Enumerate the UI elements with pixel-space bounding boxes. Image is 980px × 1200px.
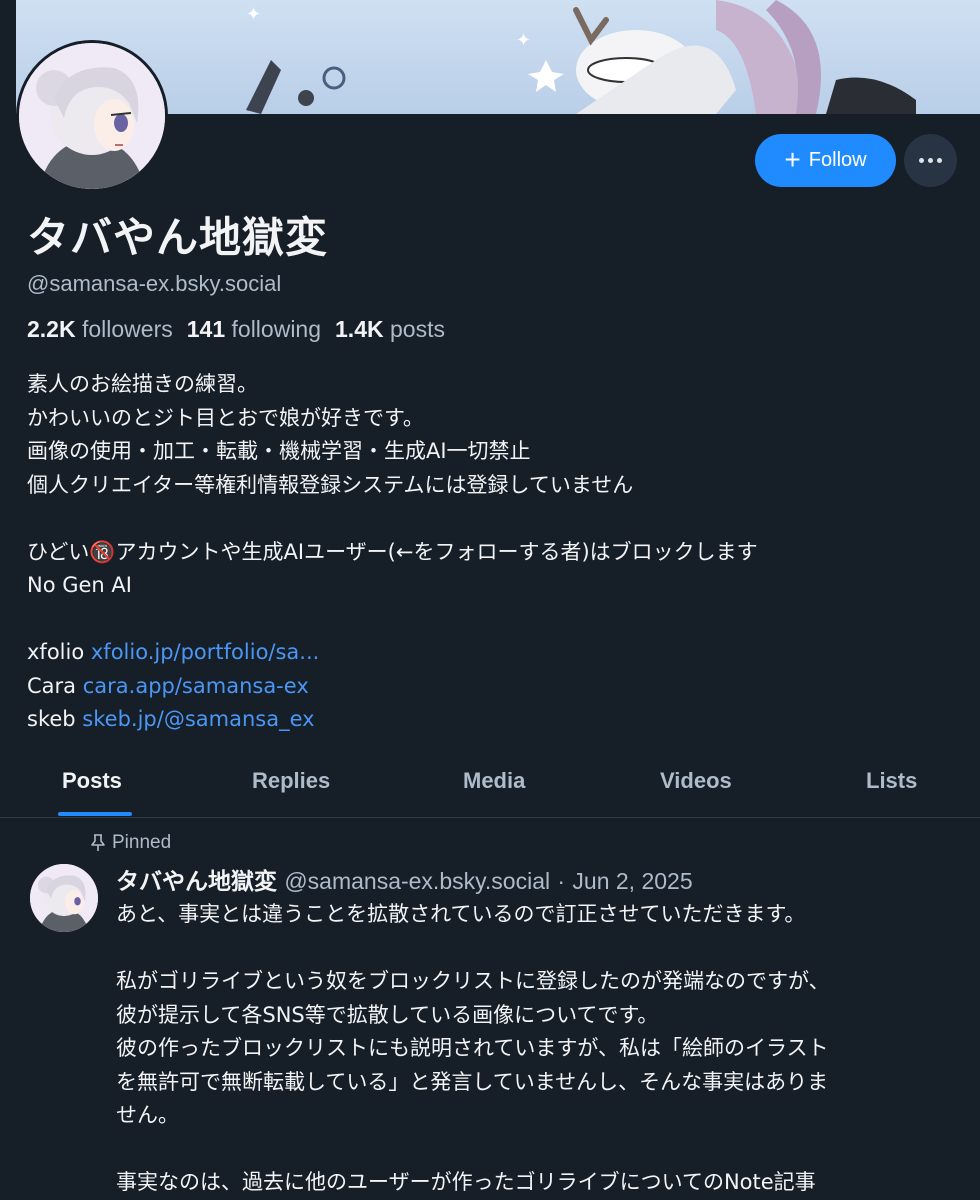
pin-icon [91, 834, 105, 851]
post-line: せん。 [116, 1103, 179, 1127]
avatar-illustration [30, 864, 98, 932]
active-tab-indicator [58, 812, 132, 816]
profile-tabs: Posts Replies Media Videos Lists [0, 744, 980, 818]
more-options-button[interactable] [904, 134, 957, 187]
bio-line: 素人のお絵描きの練習。 [27, 372, 258, 396]
follow-button[interactable]: + Follow [755, 134, 896, 187]
tab-posts[interactable]: Posts [62, 744, 122, 818]
bio-line: かわいいのとジト目とおで娘が好きです。 [27, 405, 424, 430]
bio-link-row: skeb skeb.jp/@samansa_ex [27, 707, 315, 731]
post-date[interactable]: Jun 2, 2025 [572, 868, 692, 894]
post-body[interactable]: あと、事実とは違うことを拡散されているので訂正させていただきます。 私がゴリライ… [116, 898, 966, 1200]
post-line: 彼の作ったブロックリストにも説明されていますが、私は「絵師のイラスト [116, 1036, 829, 1060]
post-line: 私がゴリライブという奴をブロックリストに登録したのが発端なのですが、 [116, 969, 830, 993]
plus-icon: + [784, 143, 801, 175]
tab-replies[interactable]: Replies [252, 744, 330, 818]
bio-link-row: xfolio xfolio.jp/portfolio/sa... [27, 640, 320, 664]
xfolio-link[interactable]: xfolio.jp/portfolio/sa... [91, 640, 319, 664]
post-line: 事実なのは、過去に他のユーザーが作ったゴリライブについてのNote記事 [116, 1170, 816, 1194]
following-stat[interactable]: 141 following [187, 316, 321, 343]
post-line [116, 932, 966, 966]
tab-lists[interactable]: Lists [866, 744, 917, 818]
post-author-avatar[interactable] [30, 864, 98, 932]
post-author-handle[interactable]: @samansa-ex.bsky.social [284, 868, 550, 894]
tab-media[interactable]: Media [463, 744, 525, 818]
posts-stat: 1.4K posts [335, 316, 445, 342]
bio-line: No Gen AI [27, 573, 132, 597]
bio-link-row: Cara cara.app/samansa-ex [27, 673, 309, 698]
sparkle-icon: ✦ [246, 4, 262, 25]
follow-label: Follow [808, 149, 867, 171]
tab-videos[interactable]: Videos [660, 744, 732, 818]
meta-separator: · [557, 868, 566, 894]
post-line [116, 1133, 966, 1167]
profile-stats: 2.2K followers 141 following 1.4K posts [27, 316, 445, 343]
bio-line: 画像の使用・加工・転載・機械学習・生成AI一切禁止 [27, 439, 531, 463]
bio-line: ひどい🔞アカウントや生成AIユーザー(←をフォローする者)はブロックします [27, 539, 758, 564]
post-line: を無許可で無断転載している」と発言していませんし、そんな事実はありま [116, 1069, 829, 1094]
profile-bio: 素人のお絵描きの練習。 かわいいのとジト目とおで娘が好きです。 画像の使用・加工… [27, 368, 957, 737]
avatar-illustration [19, 43, 165, 189]
profile-avatar[interactable] [16, 40, 168, 192]
cara-link[interactable]: cara.app/samansa-ex [83, 674, 309, 698]
post-author-name[interactable]: タバやん地獄変 [116, 869, 277, 895]
post-line: あと、事実とは違うことを拡散されているので訂正させていただきます。 [116, 902, 806, 926]
skeb-link[interactable]: skeb.jp/@samansa_ex [82, 707, 314, 731]
profile-display-name: タバやん地獄変 [27, 213, 329, 262]
followers-stat[interactable]: 2.2K followers [27, 316, 173, 343]
sparkle-icon: ✦ [516, 30, 532, 51]
post-header: タバやん地獄変 @samansa-ex.bsky.social · Jun 2,… [116, 862, 693, 896]
bio-line: 個人クリエイター等権利情報登録システムには登録していません [27, 472, 634, 497]
profile-handle: @samansa-ex.bsky.social [27, 271, 282, 296]
ellipsis-icon [919, 158, 924, 163]
pinned-indicator: Pinned [90, 832, 171, 854]
post-line: 彼が提示して各SNS等で拡散している画像についてです。 [116, 1002, 659, 1027]
